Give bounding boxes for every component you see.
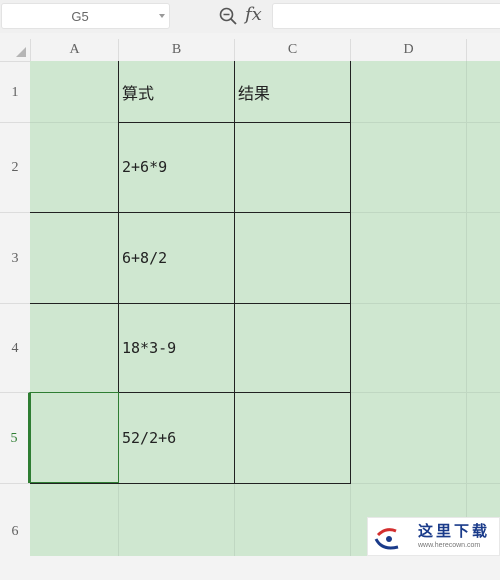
select-all-corner[interactable] [0, 39, 30, 61]
select-all-icon [16, 47, 26, 57]
watermark-url: www.herecown.com [418, 542, 481, 549]
cell-selection-highlight [30, 392, 119, 483]
site-logo-icon [374, 528, 399, 550]
formula-input[interactable] [272, 3, 500, 29]
column-header-row: A B C D [0, 39, 500, 61]
column-header-d[interactable]: D [350, 39, 466, 61]
name-box[interactable]: G5 [1, 3, 170, 29]
cell-b5[interactable]: 52/2+6 [118, 392, 234, 483]
watermark-logo: 这里下载 www.herecown.com [367, 517, 500, 556]
column-header-b[interactable]: B [118, 39, 234, 61]
cell-b4[interactable]: 18*3-9 [118, 303, 234, 392]
row-header-4[interactable]: 4 [0, 303, 30, 392]
name-box-value: G5 [71, 9, 89, 24]
row-header-5[interactable]: 5 [0, 392, 30, 483]
row-header-6[interactable]: 6 [0, 483, 30, 579]
fx-icon[interactable]: fx [245, 4, 262, 25]
cell-c1[interactable]: 结果 [234, 61, 350, 122]
column-header-a[interactable]: A [30, 39, 118, 61]
row-header-1[interactable]: 1 [0, 61, 30, 122]
cell-b2[interactable]: 2+6*9 [118, 122, 234, 212]
cell-b3[interactable]: 6+8/2 [118, 212, 234, 303]
zoom-icon[interactable] [218, 6, 238, 26]
formula-bar: G5 fx [0, 0, 500, 33]
row-header-2[interactable]: 2 [0, 122, 30, 212]
chevron-down-icon[interactable] [159, 14, 165, 18]
column-header-e[interactable] [466, 39, 500, 61]
cell-b1[interactable]: 算式 [118, 61, 234, 122]
column-header-c[interactable]: C [234, 39, 350, 61]
watermark-text: 这里下载 [418, 522, 491, 540]
spreadsheet-grid[interactable]: 算式 结果 2+6*9 6+8/2 18*3-9 52/2+6 [30, 61, 500, 556]
row-header-3[interactable]: 3 [0, 212, 30, 303]
